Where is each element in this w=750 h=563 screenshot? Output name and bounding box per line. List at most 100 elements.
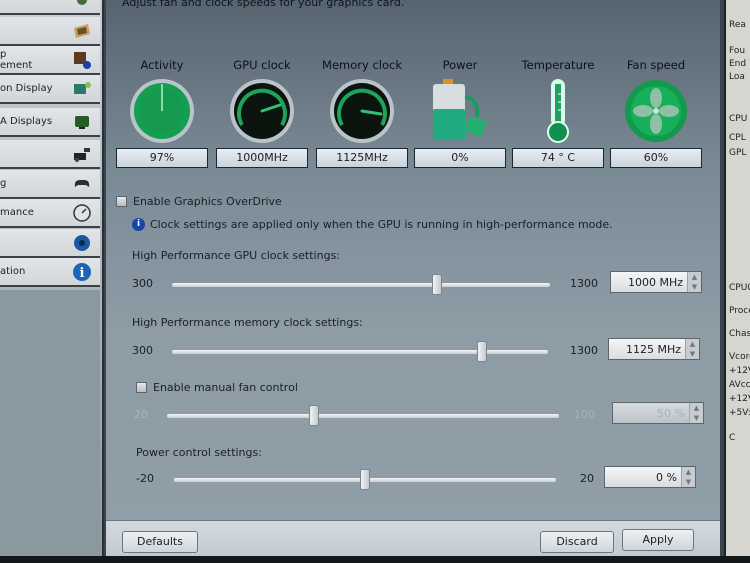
slider-max-label: 100: [574, 408, 595, 421]
background-window-text: +12V:: [729, 394, 750, 404]
monitor-title: Temperature: [521, 58, 595, 72]
gauge-icon: [72, 203, 92, 223]
spinbox-value[interactable]: 1125 MHz: [609, 343, 685, 356]
sidebar-item-9[interactable]: [0, 229, 100, 258]
background-window-text: Proce: [729, 306, 750, 316]
background-window-text: C: [729, 433, 736, 443]
sidebar-item-label: p ement: [0, 48, 33, 71]
value-spinbox[interactable]: 1125 MHz ▲ ▼: [608, 338, 700, 360]
enable-overdrive-checkbox[interactable]: Enable Graphics OverDrive: [116, 195, 282, 208]
background-window-text: CPU0: [729, 283, 750, 293]
video-camera-icon: [72, 144, 92, 164]
monitor-fan-speed: Fan speed 60%: [608, 58, 704, 168]
sidebar-item-label: A Displays: [0, 116, 53, 127]
sidebar-item-10[interactable]: ation i: [0, 258, 100, 287]
sidebar-item-label: g: [0, 178, 7, 189]
sidebar-item-3[interactable]: p ement: [0, 46, 100, 75]
slider-track[interactable]: [172, 350, 548, 354]
monitor-value: 1000MHz: [216, 148, 308, 168]
monitor-value: 60%: [610, 148, 702, 168]
memory-clock-label: High Performance memory clock settings:: [132, 316, 363, 329]
discard-button[interactable]: Discard: [540, 531, 614, 553]
slider-min-label: 20: [134, 408, 148, 421]
sidebar-item-5[interactable]: A Displays: [0, 108, 100, 137]
enable-overdrive-label: Enable Graphics OverDrive: [133, 195, 282, 208]
spin-arrows-icon[interactable]: ▲ ▼: [685, 339, 699, 359]
slider-track[interactable]: [167, 414, 559, 418]
page-subtitle: Adjust fan and clock speeds for your gra…: [122, 0, 405, 9]
slider-min-label: 300: [132, 344, 153, 357]
spinbox-value[interactable]: 0 %: [605, 471, 681, 484]
slider-track[interactable]: [172, 283, 550, 287]
background-window-text: +5V:: [729, 408, 750, 418]
checkbox-box[interactable]: [136, 382, 147, 393]
sidebar-item-label: on Display: [0, 83, 53, 94]
info-message: i Clock settings are applied only when t…: [132, 218, 613, 231]
background-window-text: End: [729, 59, 747, 69]
spinbox-value[interactable]: 50 %: [613, 407, 689, 420]
info-text: Clock settings are applied only when the…: [150, 218, 613, 231]
slider-thumb[interactable]: [477, 341, 488, 362]
activity-gauge-icon: [114, 76, 210, 146]
display-icon: [72, 79, 92, 99]
sidebar-item-4[interactable]: on Display: [0, 75, 100, 104]
info-icon: i: [132, 218, 145, 231]
monitor-title: Power: [442, 58, 478, 72]
monitor-value: 0%: [414, 148, 506, 168]
background-window-text: AVcc:: [729, 380, 750, 390]
monitor-gpu-clock: GPU clock 1000MHz: [214, 58, 310, 168]
slider-max-label: 20: [580, 472, 594, 485]
spin-arrows-icon[interactable]: ▲ ▼: [687, 272, 701, 292]
slider-thumb[interactable]: [431, 274, 442, 295]
background-window: Rea Fou End Loa CPU CPL GPL CPU0 Proce Chass Vcore…: [724, 0, 750, 556]
monitor-value: 97%: [116, 148, 208, 168]
sidebar-item-1[interactable]: [0, 0, 100, 15]
background-window-text: Loa: [729, 72, 745, 82]
sidebar: p ement on Display A Displays g mance ation i: [0, 0, 104, 556]
monitor-power: Power 0%: [412, 58, 508, 168]
monitor-activity: Activity 97%: [114, 58, 210, 168]
value-spinbox[interactable]: 1000 MHz ▲ ▼: [610, 271, 702, 293]
enable-fan-control-checkbox[interactable]: Enable manual fan control: [136, 381, 298, 394]
overdrive-panel: Adjust fan and clock speeds for your gra…: [106, 0, 720, 556]
monitor-colors-icon: [72, 21, 92, 41]
apply-button[interactable]: Apply: [622, 529, 694, 551]
fan-icon: [608, 76, 704, 146]
sidebar-item-label: mance: [0, 207, 34, 218]
monitor-title: GPU clock: [233, 58, 291, 72]
sidebar-item-8[interactable]: mance: [0, 199, 100, 228]
background-window-text: CPU: [729, 114, 748, 124]
taskbar: [0, 556, 750, 563]
slider-min-label: -20: [136, 472, 154, 485]
power-control-label: Power control settings:: [136, 446, 262, 459]
sidebar-item-label: ation: [0, 266, 26, 277]
memory-clock-slider-row: 300 1300 1125 MHz ▲ ▼: [132, 338, 702, 363]
slider-thumb[interactable]: [360, 469, 370, 490]
shield-icon: [72, 0, 92, 10]
gpu-clock-gauge-icon: [214, 76, 310, 146]
slider-max-label: 1300: [570, 277, 598, 290]
sidebar-item-7[interactable]: g: [0, 170, 100, 199]
power-control-slider-row: -20 20 0 % ▲ ▼: [136, 466, 696, 491]
monitor-icon: [72, 112, 92, 132]
sidebar-item-6[interactable]: [0, 140, 100, 169]
value-spinbox[interactable]: 50 % ▲ ▼: [612, 402, 704, 424]
checkbox-box[interactable]: [116, 196, 127, 207]
spin-arrows-icon[interactable]: ▲ ▼: [689, 403, 703, 423]
slider-thumb[interactable]: [309, 405, 319, 426]
sidebar-item-2[interactable]: [0, 17, 100, 46]
svg-text:i: i: [80, 266, 85, 281]
enable-fan-control-label: Enable manual fan control: [153, 381, 298, 394]
monitor-value: 1125MHz: [316, 148, 408, 168]
value-spinbox[interactable]: 0 % ▲ ▼: [604, 466, 696, 488]
battery-plug-icon: [412, 76, 508, 146]
background-window-text: Rea: [729, 20, 746, 30]
spinbox-value[interactable]: 1000 MHz: [611, 276, 687, 289]
monitor-memory-clock: Memory clock 1125MHz: [314, 58, 410, 168]
background-window-text: GPL: [729, 148, 747, 158]
defaults-button[interactable]: Defaults: [122, 531, 198, 553]
spin-arrows-icon[interactable]: ▲ ▼: [681, 467, 695, 487]
monitor-title: Memory clock: [322, 58, 402, 72]
monitor-value: 74 ° C: [512, 148, 604, 168]
footer-bar: Defaults Discard Apply: [106, 520, 720, 556]
